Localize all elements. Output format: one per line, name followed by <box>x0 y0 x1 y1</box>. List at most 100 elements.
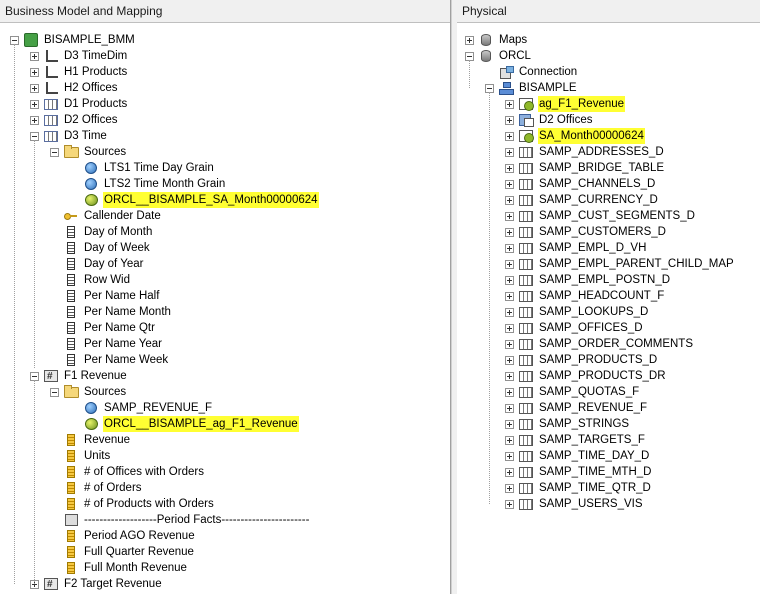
expand-plus-icon[interactable] <box>30 115 39 125</box>
expand-plus-icon[interactable] <box>505 243 514 253</box>
expand-plus-icon[interactable] <box>505 131 514 141</box>
tree-item-physical-table[interactable]: SAMP_CUSTOMERS_D <box>505 224 667 240</box>
expand-plus-icon[interactable] <box>505 323 514 333</box>
tree-item-column[interactable]: Per Name Qtr <box>50 320 156 336</box>
tree-item-fact-f2-target[interactable]: F2 Target Revenue <box>30 576 163 593</box>
expand-plus-icon[interactable] <box>505 387 514 397</box>
tree-item-logical-source[interactable]: SAMP_REVENUE_F <box>70 400 213 416</box>
tree-item-column[interactable]: Per Name Month <box>50 304 172 320</box>
expand-plus-icon[interactable] <box>505 403 514 413</box>
expand-plus-icon[interactable] <box>505 451 514 461</box>
tree-item-dimension[interactable]: D3 Time <box>30 128 108 144</box>
tree-item-column[interactable]: Row Wid <box>50 272 131 288</box>
tree-item-physical-table[interactable]: SAMP_TIME_QTR_D <box>505 480 652 496</box>
tree-item-physical-table[interactable]: SAMP_EMPL_PARENT_CHILD_MAP <box>505 256 735 272</box>
tree-item-measure[interactable]: Full Quarter Revenue <box>50 544 195 560</box>
tree-item-logical-source[interactable]: ORCL__BISAMPLE_SA_Month00000624 <box>70 192 319 208</box>
collapse-minus-icon[interactable] <box>50 387 59 397</box>
logical-table-icon <box>43 113 59 127</box>
expand-plus-icon[interactable] <box>505 435 514 445</box>
tree-item-physical-table[interactable]: SAMP_REVENUE_F <box>505 400 648 416</box>
tree-item-physical-table[interactable]: SA_Month00000624 <box>505 128 645 144</box>
expand-plus-icon[interactable] <box>505 291 514 301</box>
expand-plus-icon[interactable] <box>505 259 514 269</box>
tree-item-measure[interactable]: Full Month Revenue <box>50 560 188 576</box>
tree-item-physical-table[interactable]: SAMP_ADDRESSES_D <box>505 144 665 160</box>
tree-root-bisample-bmm[interactable]: BISAMPLE_BMM <box>10 32 136 48</box>
tree-item-column[interactable]: Day of Year <box>50 256 144 272</box>
expand-plus-icon[interactable] <box>505 195 514 205</box>
tree-item-dimension[interactable]: H1 Products <box>30 64 128 80</box>
tree-item-physical-table[interactable]: SAMP_HEADCOUNT_F <box>505 288 665 304</box>
tree-item-column[interactable]: Per Name Week <box>50 352 169 368</box>
expand-plus-icon[interactable] <box>505 483 514 493</box>
tree-item-dimension[interactable]: D3 TimeDim <box>30 48 128 64</box>
expand-plus-icon[interactable] <box>505 99 514 109</box>
expand-plus-icon[interactable] <box>30 67 39 77</box>
expand-plus-icon[interactable] <box>505 467 514 477</box>
tree-item-database-orcl[interactable]: ORCL <box>465 48 532 64</box>
tree-item-logical-source[interactable]: LTS1 Time Day Grain <box>70 160 215 176</box>
tree-item-physical-table[interactable]: SAMP_BRIDGE_TABLE <box>505 160 665 176</box>
expand-plus-icon[interactable] <box>30 99 39 109</box>
tree-item-physical-table[interactable]: SAMP_CUST_SEGMENTS_D <box>505 208 696 224</box>
tree-item-physical-table[interactable]: SAMP_EMPL_D_VH <box>505 240 647 256</box>
tree-item-dimension[interactable]: H2 Offices <box>30 80 118 96</box>
tree-item-physical-table[interactable]: SAMP_STRINGS <box>505 416 630 432</box>
tree-item-sources-folder[interactable]: Sources <box>50 384 127 400</box>
tree-item-measure[interactable]: # of Products with Orders <box>50 496 215 512</box>
tree-item-dimension[interactable]: D1 Products <box>30 96 128 112</box>
tree-item-maps[interactable]: Maps <box>465 32 528 48</box>
tree-item-physical-table[interactable]: ag_F1_Revenue <box>505 96 626 112</box>
tree-item-column[interactable]: Day of Month <box>50 224 153 240</box>
tree-item-column[interactable]: Day of Week <box>50 240 151 256</box>
tree-item-connection-pool[interactable]: Connection <box>485 64 578 80</box>
tree-item-physical-table[interactable]: SAMP_PRODUCTS_DR <box>505 368 667 384</box>
tree-item-physical-table[interactable]: SAMP_CURRENCY_D <box>505 192 659 208</box>
tree-item-physical-table[interactable]: SAMP_CHANNELS_D <box>505 176 656 192</box>
tree-item-physical-table[interactable]: SAMP_LOOKUPS_D <box>505 304 649 320</box>
expand-plus-icon[interactable] <box>465 35 474 45</box>
tree-item-schema-bisample[interactable]: BISAMPLE <box>485 80 578 96</box>
tree-item-fact-f1-revenue[interactable]: F1 Revenue <box>30 368 128 385</box>
tree-item-logical-source[interactable]: LTS2 Time Month Grain <box>70 176 226 192</box>
expand-plus-icon[interactable] <box>505 419 514 429</box>
tree-item-measure[interactable]: -------------------Period Facts---------… <box>50 512 310 528</box>
expand-plus-icon[interactable] <box>505 227 514 237</box>
expand-plus-icon[interactable] <box>505 499 514 509</box>
tree-item-dimension[interactable]: D2 Offices <box>30 112 118 128</box>
tree-item-physical-table[interactable]: SAMP_TARGETS_F <box>505 432 646 448</box>
expand-plus-icon[interactable] <box>505 163 514 173</box>
tree-item-sources-folder[interactable]: Sources <box>50 144 127 160</box>
tree-item-physical-table[interactable]: SAMP_PRODUCTS_D <box>505 352 658 368</box>
tree-item-physical-table[interactable]: SAMP_TIME_MTH_D <box>505 464 652 480</box>
tree-item-physical-table[interactable]: SAMP_EMPL_POSTN_D <box>505 272 671 288</box>
expand-plus-icon[interactable] <box>505 371 514 381</box>
expand-plus-icon[interactable] <box>505 147 514 157</box>
tree-item-physical-table[interactable]: SAMP_QUOTAS_F <box>505 384 640 400</box>
expand-plus-icon[interactable] <box>505 275 514 285</box>
expand-plus-icon[interactable] <box>30 83 39 93</box>
expand-plus-icon[interactable] <box>30 51 39 61</box>
collapse-minus-icon[interactable] <box>50 147 59 157</box>
tree-item-physical-table[interactable]: SAMP_ORDER_COMMENTS <box>505 336 694 352</box>
tree-item-physical-table[interactable]: SAMP_OFFICES_D <box>505 320 644 336</box>
tree-item-measure[interactable]: # of Offices with Orders <box>50 464 205 480</box>
expand-plus-icon[interactable] <box>505 115 514 125</box>
tree-item-physical-table[interactable]: SAMP_USERS_VIS <box>505 496 644 512</box>
tree-item-column[interactable]: Per Name Half <box>50 288 160 304</box>
expand-plus-icon[interactable] <box>505 355 514 365</box>
tree-item-measure[interactable]: # of Orders <box>50 480 143 496</box>
tree-item-column[interactable]: Per Name Year <box>50 336 163 352</box>
tree-item-physical-table[interactable]: D2 Offices <box>505 112 593 128</box>
tree-item-physical-table[interactable]: SAMP_TIME_DAY_D <box>505 448 650 464</box>
expand-plus-icon[interactable] <box>505 179 514 189</box>
expand-plus-icon[interactable] <box>505 211 514 221</box>
tree-item-logical-source[interactable]: ORCL__BISAMPLE_ag_F1_Revenue <box>70 416 299 432</box>
expand-plus-icon[interactable] <box>505 307 514 317</box>
tree-item-measure[interactable]: Units <box>50 448 111 464</box>
tree-item-measure[interactable]: Revenue <box>50 432 131 448</box>
tree-item-measure[interactable]: Period AGO Revenue <box>50 528 196 544</box>
tree-item-column[interactable]: Callender Date <box>50 208 162 224</box>
expand-plus-icon[interactable] <box>505 339 514 349</box>
